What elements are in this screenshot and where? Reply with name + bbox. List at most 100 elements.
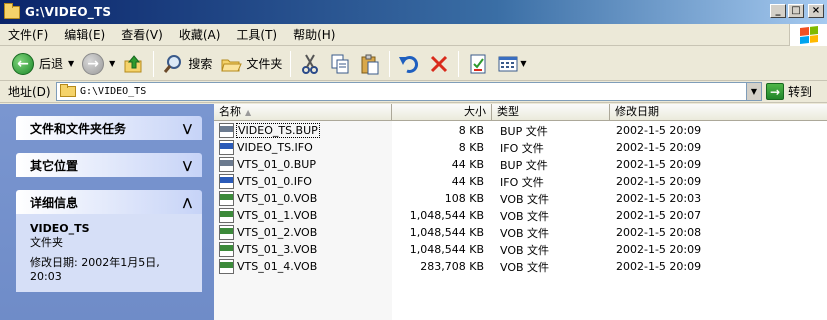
window-controls: _ □ × — [770, 4, 824, 18]
table-row[interactable]: VIDEO_TS.IFO 8 KB IFO 文件 2002-1-5 20:09 — [214, 139, 827, 156]
menu-help[interactable]: 帮助(H) — [285, 25, 343, 45]
file-name-cell[interactable]: VIDEO_TS.IFO — [214, 140, 392, 155]
toolbar-separator — [458, 50, 460, 77]
menu-view[interactable]: 查看(V) — [113, 25, 171, 45]
details-panel-title: 详细信息 — [30, 195, 79, 210]
details-panel-body: VIDEO_TS 文件夹 修改日期: 2002年1月5日, 20:03 — [16, 214, 202, 292]
close-button[interactable]: × — [808, 4, 824, 18]
toolbar-separator — [153, 50, 155, 77]
file-name: VTS_01_4.VOB — [237, 260, 318, 273]
properties-icon — [467, 53, 489, 75]
views-button[interactable]: ▼ — [493, 49, 530, 79]
address-input[interactable]: G:\VIDEO_TS ▼ — [56, 82, 762, 101]
address-bar: 地址(D) G:\VIDEO_TS ▼ → 转到 — [0, 81, 827, 103]
go-arrow-icon: → — [766, 83, 784, 100]
chevron-down-icon[interactable]: ▼ — [68, 59, 74, 68]
column-header-date[interactable]: 修改日期 — [610, 104, 827, 121]
table-row[interactable]: VTS_01_4.VOB 283,708 KB VOB 文件 2002-1-5 20:… — [214, 258, 827, 275]
tasks-panel-header[interactable]: 文件和文件夹任务 ⋁ — [16, 116, 202, 140]
file-name: VTS_01_1.VOB — [237, 209, 318, 222]
file-type: VOB 文件 — [500, 260, 550, 274]
menu-tools[interactable]: 工具(T) — [228, 25, 285, 45]
chevron-up-icon[interactable]: ⋀ — [183, 196, 192, 209]
copy-icon — [329, 53, 351, 75]
file-name-cell[interactable]: VTS_01_0.IFO — [214, 174, 392, 189]
forward-button[interactable]: → ▼ — [78, 49, 119, 79]
file-type: IFO 文件 — [500, 175, 544, 189]
paste-button[interactable] — [355, 49, 385, 79]
vob-file-icon — [219, 259, 234, 274]
file-size: 44 KB — [451, 175, 484, 188]
chevron-down-icon[interactable]: ▼ — [520, 59, 526, 68]
menu-file[interactable]: 文件(F) — [0, 25, 56, 45]
menu-favorites[interactable]: 收藏(A) — [171, 25, 229, 45]
file-size: 108 KB — [444, 192, 484, 205]
file-name-cell[interactable]: VIDEO_TS.BUP — [214, 123, 392, 138]
go-label: 转到 — [788, 85, 813, 99]
views-icon — [497, 53, 519, 75]
table-row[interactable]: VTS_01_3.VOB 1,048,544 KB VOB 文件 2002-1-5 2… — [214, 241, 827, 258]
table-row[interactable]: VTS_01_0.IFO 44 KB IFO 文件 2002-1-5 20:09 — [214, 173, 827, 190]
table-row[interactable]: VTS_01_2.VOB 1,048,544 KB VOB 文件 2002-1-5 2… — [214, 224, 827, 241]
column-header-row: 名称 ▲ 大小 类型 修改日期 — [214, 104, 827, 121]
table-row[interactable]: VTS_01_1.VOB 1,048,544 KB VOB 文件 2002-1-5 2… — [214, 207, 827, 224]
places-panel-title: 其它位置 — [30, 158, 79, 173]
maximize-button[interactable]: □ — [788, 4, 804, 18]
ifo-file-icon — [219, 140, 234, 155]
file-size: 1,048,544 KB — [409, 243, 484, 256]
undo-icon — [398, 53, 420, 75]
file-name-cell[interactable]: VTS_01_2.VOB — [214, 225, 392, 240]
file-name-cell[interactable]: VTS_01_0.VOB — [214, 191, 392, 206]
delete-button[interactable] — [424, 49, 454, 79]
up-folder-button[interactable] — [119, 49, 149, 79]
column-header-type[interactable]: 类型 — [492, 104, 610, 121]
file-date: 2002-1-5 20:09 — [616, 158, 702, 171]
places-panel-header[interactable]: 其它位置 ⋁ — [16, 153, 202, 177]
folders-button[interactable]: 文件夹 — [216, 49, 286, 79]
table-row[interactable]: VTS_01_0.BUP 44 KB BUP 文件 2002-1-5 20:09 — [214, 156, 827, 173]
bup-file-icon — [219, 157, 234, 172]
go-button[interactable]: → 转到 — [766, 82, 824, 101]
file-name-cell[interactable]: VTS_01_4.VOB — [214, 259, 392, 274]
ifo-file-icon — [219, 174, 234, 189]
undo-button[interactable] — [394, 49, 424, 79]
minimize-button[interactable]: _ — [770, 4, 786, 18]
properties-button[interactable] — [463, 49, 493, 79]
chevron-down-icon[interactable]: ▼ — [109, 59, 115, 68]
chevron-down-icon[interactable]: ▼ — [746, 83, 761, 100]
vob-file-icon — [219, 225, 234, 240]
delete-x-icon — [428, 53, 450, 75]
cut-button[interactable] — [295, 49, 325, 79]
file-date: 2002-1-5 20:09 — [616, 175, 702, 188]
chevron-down-icon[interactable]: ⋁ — [183, 159, 192, 172]
folder-icon — [4, 2, 20, 19]
table-row[interactable]: VIDEO_TS.BUP 8 KB BUP 文件 2002-1-5 20:09 — [214, 122, 827, 139]
file-name-cell[interactable]: VTS_01_0.BUP — [214, 157, 392, 172]
file-date: 2002-1-5 20:09 — [616, 141, 702, 154]
copy-button[interactable] — [325, 49, 355, 79]
table-row[interactable]: VTS_01_0.VOB 108 KB VOB 文件 2002-1-5 20:03 — [214, 190, 827, 207]
back-arrow-icon: ← — [12, 52, 34, 75]
address-value[interactable]: G:\VIDEO_TS — [80, 86, 146, 97]
toolbar-separator — [290, 50, 292, 77]
file-type: BUP 文件 — [500, 158, 548, 172]
file-size: 8 KB — [458, 124, 484, 137]
back-button[interactable]: ← 后退 ▼ — [8, 49, 78, 79]
file-name-cell[interactable]: VTS_01_1.VOB — [214, 208, 392, 223]
menu-edit[interactable]: 编辑(E) — [56, 25, 113, 45]
file-size: 8 KB — [458, 141, 484, 154]
details-panel-header[interactable]: 详细信息 ⋀ — [16, 190, 202, 214]
column-header-name[interactable]: 名称 ▲ — [214, 104, 392, 121]
vob-file-icon — [219, 208, 234, 223]
column-header-size[interactable]: 大小 — [392, 104, 492, 121]
file-name-cell[interactable]: VTS_01_3.VOB — [214, 242, 392, 257]
detail-item-type: 文件夹 — [30, 236, 63, 249]
file-date: 2002-1-5 20:07 — [616, 209, 702, 222]
search-button[interactable]: 搜索 — [158, 49, 216, 79]
scissors-icon — [299, 53, 321, 75]
chevron-down-icon[interactable]: ⋁ — [183, 122, 192, 135]
back-label: 后退 — [39, 57, 64, 71]
up-folder-icon — [123, 53, 145, 75]
file-name: VTS_01_2.VOB — [237, 226, 318, 239]
search-label: 搜索 — [188, 57, 213, 71]
